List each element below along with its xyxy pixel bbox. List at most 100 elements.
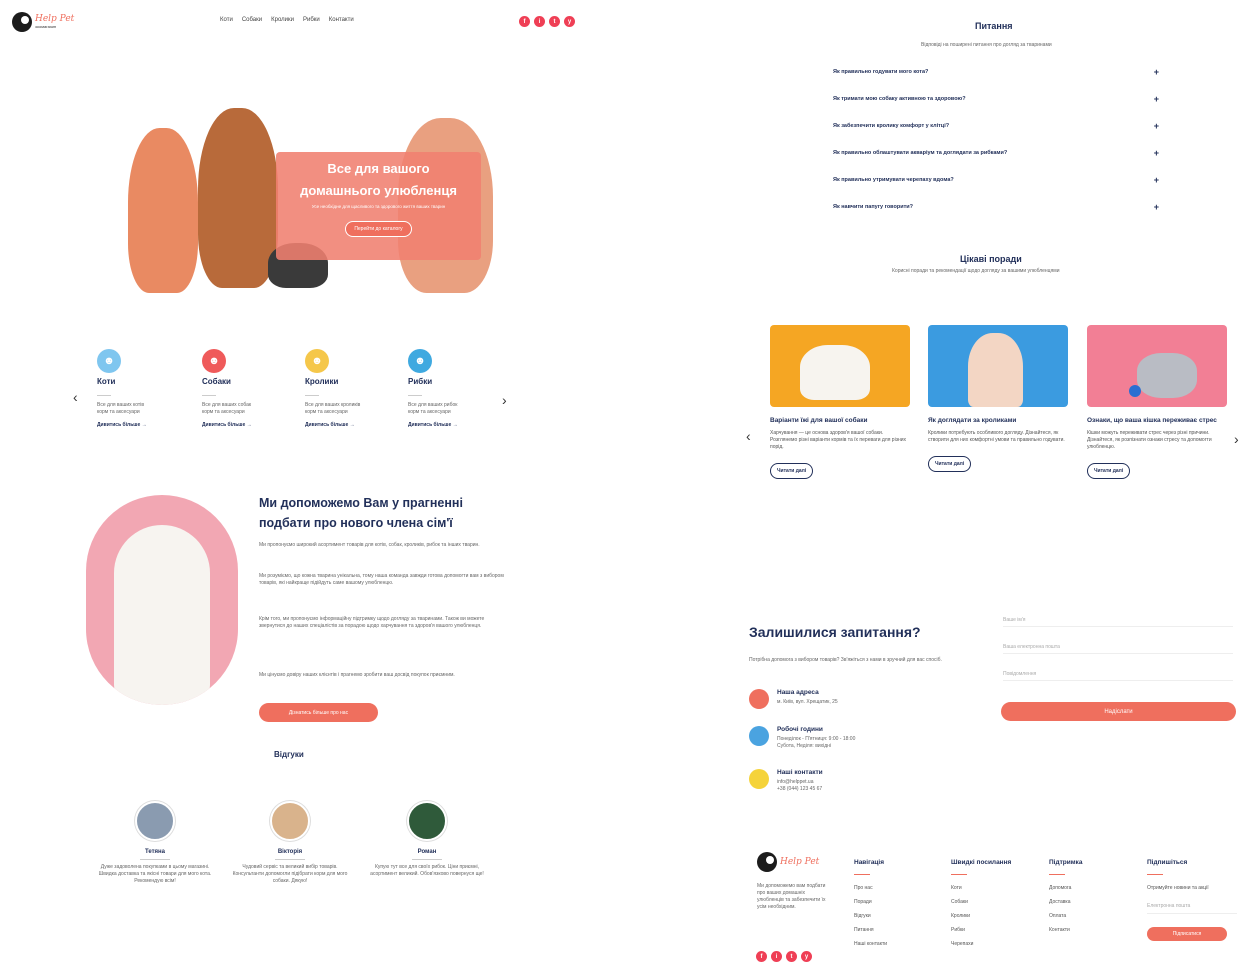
footer-link[interactable]: Коти bbox=[951, 881, 1041, 895]
category-title: Коти bbox=[97, 377, 116, 386]
category-link[interactable]: Дивитись більше → bbox=[97, 422, 177, 428]
review-name: Вікторія bbox=[277, 849, 303, 855]
email-field[interactable]: Ваша електронна пошта bbox=[1003, 644, 1233, 654]
about-paragraph: Ми цінуємо довіру наших клієнтів і прагн… bbox=[259, 672, 455, 678]
category-link[interactable]: Дивитись більше → bbox=[305, 422, 385, 428]
message-field[interactable]: Повідомлення bbox=[1003, 671, 1233, 681]
plus-icon[interactable]: + bbox=[1154, 95, 1159, 104]
logo[interactable]: Help Pet зоомагазин bbox=[12, 10, 82, 34]
tip-text: Харчування — це основа здоров'я вашої со… bbox=[770, 430, 907, 450]
category-link[interactable]: Дивитись більше → bbox=[408, 422, 488, 428]
category-title: Кролики bbox=[305, 377, 339, 386]
faq-item[interactable]: Як правильно облаштувати акваріум та дог… bbox=[833, 149, 1159, 158]
read-more-button[interactable]: Читати далі bbox=[770, 463, 814, 479]
faq-question: Як правильно облаштувати акваріум та дог… bbox=[833, 150, 1008, 156]
footer-link[interactable]: Собаки bbox=[951, 895, 1041, 909]
tips-prev-arrow-icon[interactable]: ‹ bbox=[746, 428, 751, 444]
footer-about: Ми допоможемо вам подбати про ваших дома… bbox=[757, 883, 826, 910]
plus-icon[interactable]: + bbox=[1154, 176, 1159, 185]
location-icon bbox=[749, 689, 769, 709]
category-card-cats: ☻ Коти Все для ваших котів корм та аксес… bbox=[97, 349, 177, 428]
review-card: Роман Купую тут все для своїх рибок. Цін… bbox=[367, 801, 487, 878]
faq-item[interactable]: Як навчити папугу говорити? + bbox=[833, 203, 1159, 212]
plus-icon[interactable]: + bbox=[1154, 203, 1159, 212]
nav-item-fish[interactable]: Рибки bbox=[303, 17, 320, 23]
category-link[interactable]: Дивитись більше → bbox=[202, 422, 282, 428]
footer-link[interactable]: Черепахи bbox=[951, 937, 1041, 951]
review-name: Роман bbox=[417, 849, 437, 855]
about-paragraph: Ми пропонуємо широкий асортимент товарів… bbox=[259, 542, 480, 548]
footer-link[interactable]: Доставка bbox=[1049, 895, 1139, 909]
twitter-icon[interactable]: t bbox=[549, 16, 560, 27]
review-card: Тетяна Дуже задоволена покупками в цьому… bbox=[95, 801, 215, 885]
plus-icon[interactable]: + bbox=[1154, 68, 1159, 77]
category-text: корм та аксесуари bbox=[202, 409, 245, 415]
facebook-icon[interactable]: f bbox=[519, 16, 530, 27]
faq-item[interactable]: Як забезпечити кролику комфорт у клітці?… bbox=[833, 122, 1159, 131]
categories-prev-arrow-icon[interactable]: ‹ bbox=[73, 389, 78, 405]
footer-link[interactable]: Питання bbox=[854, 923, 944, 937]
footer-column-support: Підтримка Допомога Доставка Оплата Конта… bbox=[1049, 859, 1139, 937]
category-text: корм та аксесуари bbox=[97, 409, 140, 415]
about-paragraph: Ми розуміємо, що кожна тварина унікальна… bbox=[259, 573, 504, 586]
tip-dog-image bbox=[770, 325, 910, 407]
twitter-icon[interactable]: t bbox=[786, 951, 797, 962]
plus-icon[interactable]: + bbox=[1154, 122, 1159, 131]
avatar bbox=[407, 801, 447, 841]
send-button[interactable]: Надіслати bbox=[1001, 702, 1236, 721]
youtube-icon[interactable]: y bbox=[564, 16, 575, 27]
youtube-icon[interactable]: y bbox=[801, 951, 812, 962]
footer-link[interactable]: Наші контакти bbox=[854, 937, 944, 951]
divider bbox=[140, 859, 170, 860]
tip-card: Варіанти їжі для вашої собаки Харчування… bbox=[770, 325, 910, 479]
categories-next-arrow-icon[interactable]: › bbox=[502, 392, 507, 408]
nav-item-dogs[interactable]: Собаки bbox=[242, 17, 262, 23]
faq-item[interactable]: Як правильно утримувати черепаху вдома? + bbox=[833, 176, 1159, 185]
read-more-button[interactable]: Читати далі bbox=[1087, 463, 1131, 479]
footer-link[interactable]: Контакти bbox=[1049, 923, 1139, 937]
subscribe-email-input[interactable]: Електронна пошта bbox=[1147, 899, 1237, 914]
faq-item[interactable]: Як тримати мою собаку активною та здоров… bbox=[833, 95, 1159, 104]
nav-item-contacts[interactable]: Контакти bbox=[329, 17, 354, 23]
subscribe-button[interactable]: Підписатися bbox=[1147, 927, 1227, 941]
divider bbox=[1049, 874, 1065, 875]
tips-next-arrow-icon[interactable]: › bbox=[1234, 431, 1239, 447]
footer-link[interactable]: Оплата bbox=[1049, 909, 1139, 923]
footer-heading: Навігація bbox=[854, 859, 885, 866]
footer-link[interactable]: Кролики bbox=[951, 909, 1041, 923]
footer-link[interactable]: Рибки bbox=[951, 923, 1041, 937]
faq-item[interactable]: Як правильно годувати мого кота? + bbox=[833, 68, 1159, 77]
reviews-title: Відгуки bbox=[274, 750, 304, 759]
nav-item-cats[interactable]: Коти bbox=[220, 17, 233, 23]
paw-logo-icon bbox=[12, 12, 32, 32]
contact-item-title: Наші контакти bbox=[777, 769, 823, 776]
tip-card: Як доглядати за кроликами Кролики потреб… bbox=[928, 325, 1068, 472]
logo-name: Help Pet bbox=[780, 856, 820, 867]
hero-cat-image bbox=[128, 128, 198, 293]
header-socials: f i t y bbox=[519, 16, 575, 27]
footer-logo[interactable]: Help Pet bbox=[757, 850, 827, 874]
tip-title: Варіанти їжі для вашої собаки bbox=[770, 417, 868, 424]
category-card-rabbits: ☻ Кролики Все для ваших кроликів корм та… bbox=[305, 349, 385, 428]
footer-link[interactable]: Про нас bbox=[854, 881, 944, 895]
review-text: Дуже задоволена покупками в цьому магази… bbox=[98, 864, 212, 884]
facebook-icon[interactable]: f bbox=[756, 951, 767, 962]
category-card-dogs: ☻ Собаки Все для ваших собак корм та акс… bbox=[202, 349, 282, 428]
hero-title-line2: домашнього улюбленця bbox=[300, 183, 457, 198]
contact-item-line: +38 (044) 123 45 67 bbox=[777, 786, 823, 792]
divider bbox=[412, 859, 442, 860]
divider bbox=[202, 395, 216, 396]
faq-subtitle: Відповіді на поширені питання про догляд… bbox=[921, 42, 1052, 48]
read-more-button[interactable]: Читати далі bbox=[928, 456, 972, 472]
footer-link[interactable]: Поради bbox=[854, 895, 944, 909]
tips-title: Цікаві поради bbox=[960, 254, 1022, 264]
hero-catalog-button[interactable]: Перейти до каталогу bbox=[345, 221, 412, 237]
about-more-button[interactable]: Дізнатись більше про нас bbox=[259, 703, 378, 722]
footer-link[interactable]: Відгуки bbox=[854, 909, 944, 923]
plus-icon[interactable]: + bbox=[1154, 149, 1159, 158]
instagram-icon[interactable]: i bbox=[534, 16, 545, 27]
name-field[interactable]: Ваше ім'я bbox=[1003, 617, 1233, 627]
instagram-icon[interactable]: i bbox=[771, 951, 782, 962]
nav-item-rabbits[interactable]: Кролики bbox=[271, 17, 294, 23]
footer-link[interactable]: Допомога bbox=[1049, 881, 1139, 895]
